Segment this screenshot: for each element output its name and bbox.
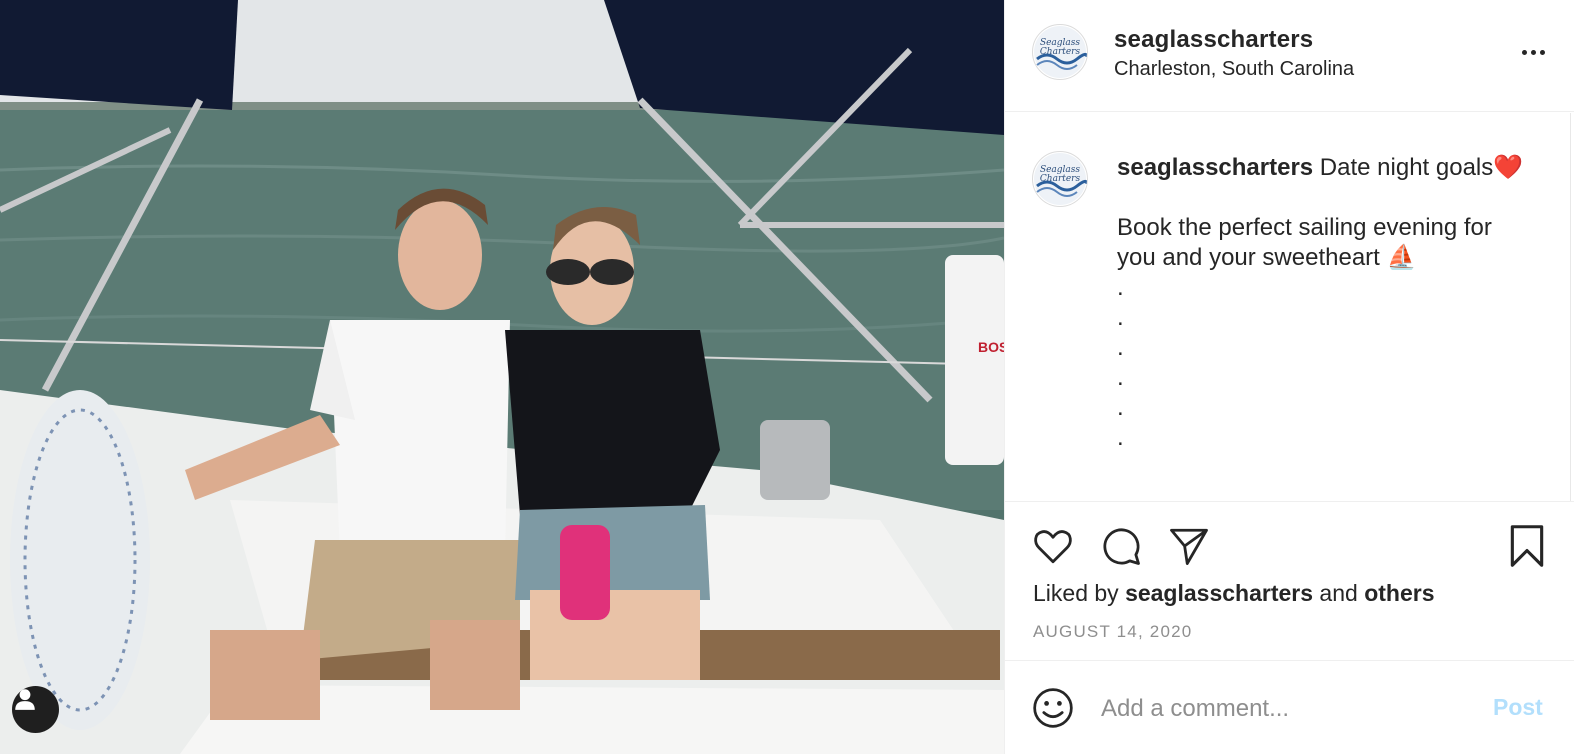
post-location[interactable]: Charleston, South Carolina [1114, 58, 1354, 81]
caption-section: Seaglass Charters seaglasscharters Date … [1005, 113, 1574, 501]
emoji-button[interactable] [1031, 686, 1075, 730]
like-button[interactable] [1031, 524, 1075, 568]
post-sidebar: Seaglass Charters seaglasscharters Charl… [1004, 0, 1574, 754]
save-button[interactable] [1505, 524, 1549, 568]
photo-scene: BOS [0, 0, 1004, 754]
post-header: Seaglass Charters seaglasscharters Charl… [1005, 0, 1574, 112]
seaglass-logo-icon: Seaglass Charters [1034, 153, 1087, 205]
likes-user-link[interactable]: seaglasscharters [1125, 580, 1313, 606]
svg-text:Charters: Charters [1040, 174, 1081, 184]
boat-brand-text: BOS [978, 339, 1004, 355]
post-comment-button[interactable]: Post [1493, 694, 1543, 721]
likes-prefix: Liked by [1033, 580, 1126, 606]
likes-summary: Liked by seaglasscharters and others [1033, 580, 1434, 607]
post-date[interactable]: AUGUST 14, 2020 [1033, 622, 1192, 642]
comment-button[interactable] [1099, 524, 1143, 568]
share-button[interactable] [1167, 524, 1211, 568]
smiley-icon [1033, 688, 1073, 728]
paper-plane-icon [1170, 528, 1208, 565]
comment-icon [1103, 528, 1140, 565]
heart-icon [1034, 530, 1072, 564]
comment-form: Post [1005, 662, 1574, 754]
more-icon [1521, 49, 1527, 55]
caption-scrollbar[interactable] [1570, 113, 1571, 501]
caption-text: seaglasscharters Date night goals❤️ Book… [1117, 153, 1537, 453]
caption-username[interactable]: seaglasscharters [1117, 154, 1313, 181]
avatar[interactable]: Seaglass Charters [1032, 24, 1088, 80]
comment-input[interactable] [1101, 690, 1461, 728]
more-icon-dot [1539, 49, 1545, 55]
post-actions: Liked by seaglasscharters and others AUG… [1005, 501, 1574, 661]
post-photo[interactable]: BOS [0, 0, 1004, 754]
more-icon-dot [1530, 49, 1536, 55]
caption-body: Date night goals❤️ Book the perfect sail… [1117, 154, 1524, 451]
post-username[interactable]: seaglasscharters [1114, 26, 1313, 54]
user-icon [15, 689, 35, 710]
bookmark-icon [1510, 525, 1544, 567]
tag-button[interactable] [12, 686, 59, 733]
likes-middle: and [1313, 580, 1365, 606]
seaglass-logo-icon: Seaglass Charters [1034, 26, 1087, 78]
svg-text:Charters: Charters [1040, 47, 1081, 57]
more-options-button[interactable] [1517, 40, 1549, 64]
caption-avatar[interactable]: Seaglass Charters [1032, 151, 1088, 207]
likes-others-link[interactable]: others [1364, 580, 1434, 606]
